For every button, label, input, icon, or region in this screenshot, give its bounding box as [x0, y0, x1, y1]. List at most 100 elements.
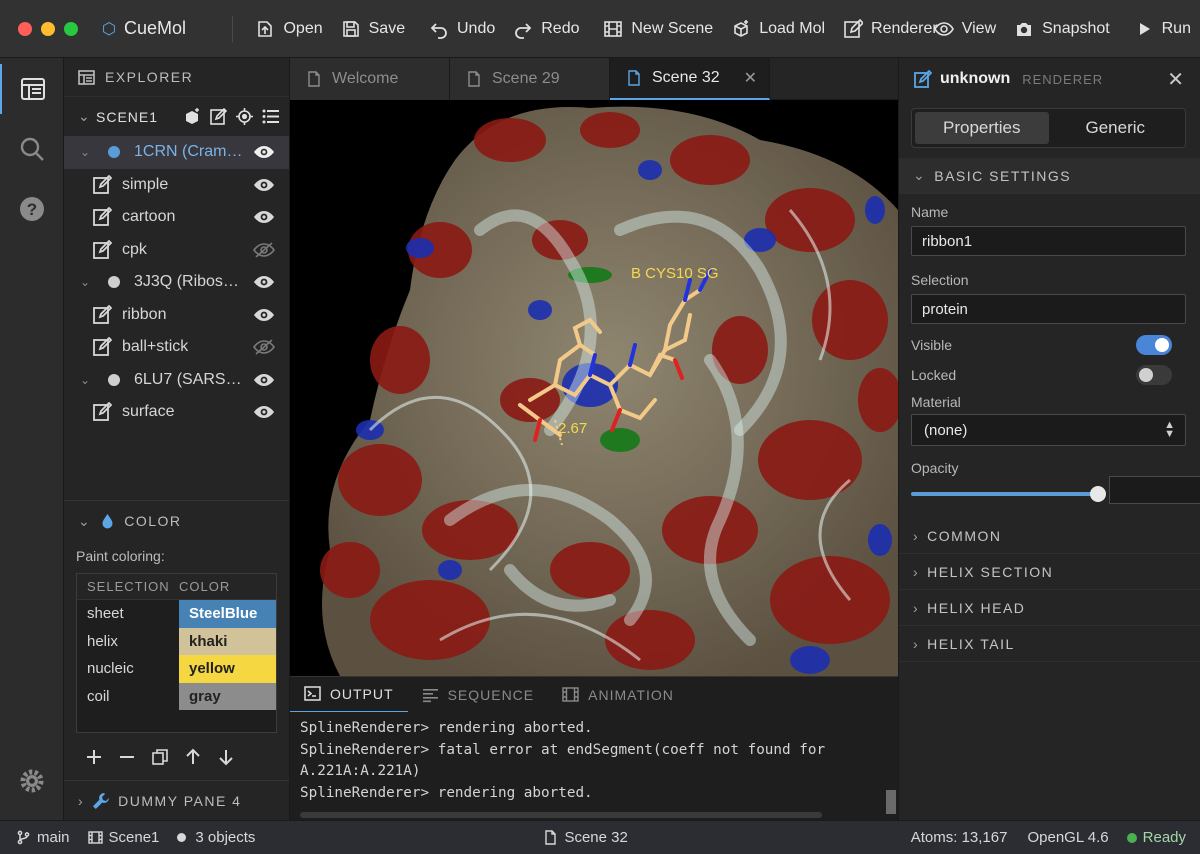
tab-scene-29[interactable]: Scene 29 — [450, 58, 610, 100]
eye-icon[interactable] — [253, 174, 275, 196]
scene-row[interactable]: ⌄ SCENE1 — [64, 96, 289, 136]
table-row[interactable]: sheet SteelBlue — [77, 600, 276, 628]
table-row[interactable]: helix khaki — [77, 627, 276, 655]
name-field[interactable]: ribbon1 — [911, 226, 1186, 256]
chevron-down-icon[interactable]: ⌄ — [78, 513, 91, 530]
tab-label: Scene 32 — [652, 69, 720, 86]
save-button[interactable]: Save — [332, 9, 414, 49]
tab-generic[interactable]: Generic — [1049, 112, 1183, 144]
tree-renderer-simple[interactable]: simple — [64, 169, 289, 202]
section-common[interactable]: › COMMON — [899, 518, 1200, 554]
tree-renderer-ribbon[interactable]: ribbon — [64, 299, 289, 332]
tree-renderer-cpk[interactable]: cpk — [64, 234, 289, 267]
tree-renderer-cartoon[interactable]: cartoon — [64, 201, 289, 234]
row-color-swatch[interactable]: yellow — [179, 655, 276, 683]
eye-icon[interactable] — [253, 369, 275, 391]
chevron-right-icon: › — [913, 599, 920, 616]
chevron-down-icon[interactable]: ⌄ — [80, 275, 102, 289]
close-icon[interactable]: ✕ — [1167, 67, 1184, 92]
molecular-surface-render[interactable]: B CYS10 SG 2.67 — [290, 100, 898, 676]
duplicate-icon[interactable] — [150, 747, 170, 767]
tree-object-1crn[interactable]: ⌄ 1CRN (Cram… — [64, 136, 289, 169]
arrow-up-icon[interactable] — [183, 747, 203, 767]
tree-object-6lu7[interactable]: ⌄ 6LU7 (SARS… — [64, 364, 289, 397]
close-tab-icon[interactable]: ✕ — [744, 68, 757, 88]
help-activity-button[interactable]: ? — [0, 184, 64, 234]
table-row[interactable]: nucleic yellow — [77, 655, 276, 683]
tab-properties[interactable]: Properties — [915, 112, 1049, 144]
renderer-edit-icon — [914, 69, 932, 88]
output-log[interactable]: SplineRenderer> rendering aborted. Splin… — [290, 712, 898, 820]
opacity-value-field[interactable] — [1109, 476, 1200, 504]
chevron-down-icon[interactable]: ⌄ — [80, 145, 102, 159]
settings-activity-button[interactable] — [0, 756, 64, 806]
status-scene[interactable]: Scene1 — [87, 829, 159, 846]
table-row[interactable]: coil gray — [77, 682, 276, 710]
eye-icon[interactable] — [253, 271, 275, 293]
section-basic-settings[interactable]: ⌄ BASIC SETTINGS — [899, 158, 1200, 194]
dummy-pane-header[interactable]: › DUMMY PANE 4 — [64, 780, 289, 820]
list-icon[interactable] — [262, 108, 279, 125]
load-mol-button[interactable]: Load Mol — [722, 9, 834, 49]
search-activity-button[interactable] — [0, 124, 64, 174]
tab-scene-32[interactable]: Scene 32 ✕ — [610, 58, 770, 100]
tree-renderer-surface[interactable]: surface — [64, 396, 289, 429]
target-icon[interactable] — [236, 108, 253, 125]
properties-header: unknown RENDERER ✕ — [899, 58, 1200, 100]
locked-toggle[interactable] — [1136, 365, 1172, 385]
zoom-window-button[interactable] — [64, 21, 78, 36]
arrow-down-icon[interactable] — [216, 747, 236, 767]
eye-off-icon[interactable] — [253, 336, 275, 358]
open-button[interactable]: Open — [246, 9, 331, 49]
molecule-viewport[interactable]: B CYS10 SG 2.67 — [290, 100, 898, 676]
eye-icon[interactable] — [253, 141, 275, 163]
color-pane-header[interactable]: ⌄ COLOR — [64, 501, 289, 541]
tab-welcome[interactable]: Welcome — [290, 58, 450, 100]
slider-handle[interactable] — [1090, 486, 1106, 502]
undo-button[interactable]: Undo — [420, 9, 504, 49]
tab-sequence[interactable]: SEQUENCE — [408, 677, 549, 713]
status-branch[interactable]: main — [16, 829, 70, 846]
new-scene-button[interactable]: New Scene — [594, 9, 722, 49]
vertical-scrollbar[interactable] — [886, 790, 896, 814]
chevron-right-icon[interactable]: › — [78, 793, 84, 809]
row-color-swatch[interactable]: khaki — [179, 627, 276, 655]
view-button[interactable]: View — [925, 9, 1005, 49]
snapshot-button[interactable]: Snapshot — [1005, 9, 1119, 49]
visible-toggle[interactable] — [1136, 335, 1172, 355]
properties-title: unknown — [940, 70, 1011, 87]
object-label: 1CRN (Cram… — [134, 143, 243, 161]
tree-object-3j3q[interactable]: ⌄ 3J3Q (Ribos… — [64, 266, 289, 299]
minimize-window-button[interactable] — [41, 21, 55, 36]
explorer-activity-button[interactable] — [0, 64, 64, 114]
eye-icon[interactable] — [253, 206, 275, 228]
chevron-down-icon[interactable]: ⌄ — [78, 108, 96, 125]
opacity-slider[interactable] — [899, 476, 1200, 510]
cube-plus-icon — [734, 19, 749, 37]
run-button[interactable]: Run — [1125, 9, 1200, 49]
material-select[interactable]: (none) ▲ ▼ — [911, 414, 1186, 446]
minus-icon[interactable] — [117, 747, 137, 767]
section-helix-head[interactable]: › HELIX HEAD — [899, 590, 1200, 626]
plus-icon[interactable] — [84, 747, 104, 767]
eye-off-icon[interactable] — [253, 239, 275, 261]
add-molecule-icon[interactable] — [184, 108, 201, 125]
selection-field[interactable]: protein — [911, 294, 1186, 324]
tab-animation[interactable]: ANIMATION — [548, 677, 688, 713]
add-renderer-icon[interactable] — [210, 108, 227, 125]
close-window-button[interactable] — [18, 21, 32, 36]
section-helix-section[interactable]: › HELIX SECTION — [899, 554, 1200, 590]
tab-output[interactable]: OUTPUT — [290, 677, 408, 713]
eye-icon[interactable] — [253, 304, 275, 326]
color-pane: ⌄ COLOR Paint coloring: SELECTION COLOR … — [64, 500, 289, 778]
save-icon — [342, 20, 359, 37]
chevron-down-icon[interactable]: ⌄ — [80, 373, 102, 387]
redo-button[interactable]: Redo — [504, 9, 588, 49]
tree-renderer-ball-stick[interactable]: ball+stick — [64, 331, 289, 364]
row-color-swatch[interactable]: gray — [179, 682, 276, 710]
tab-label: Scene 29 — [492, 70, 560, 87]
horizontal-scrollbar[interactable] — [300, 812, 822, 818]
row-color-swatch[interactable]: SteelBlue — [179, 600, 276, 628]
eye-icon[interactable] — [253, 401, 275, 423]
section-helix-tail[interactable]: › HELIX TAIL — [899, 626, 1200, 662]
